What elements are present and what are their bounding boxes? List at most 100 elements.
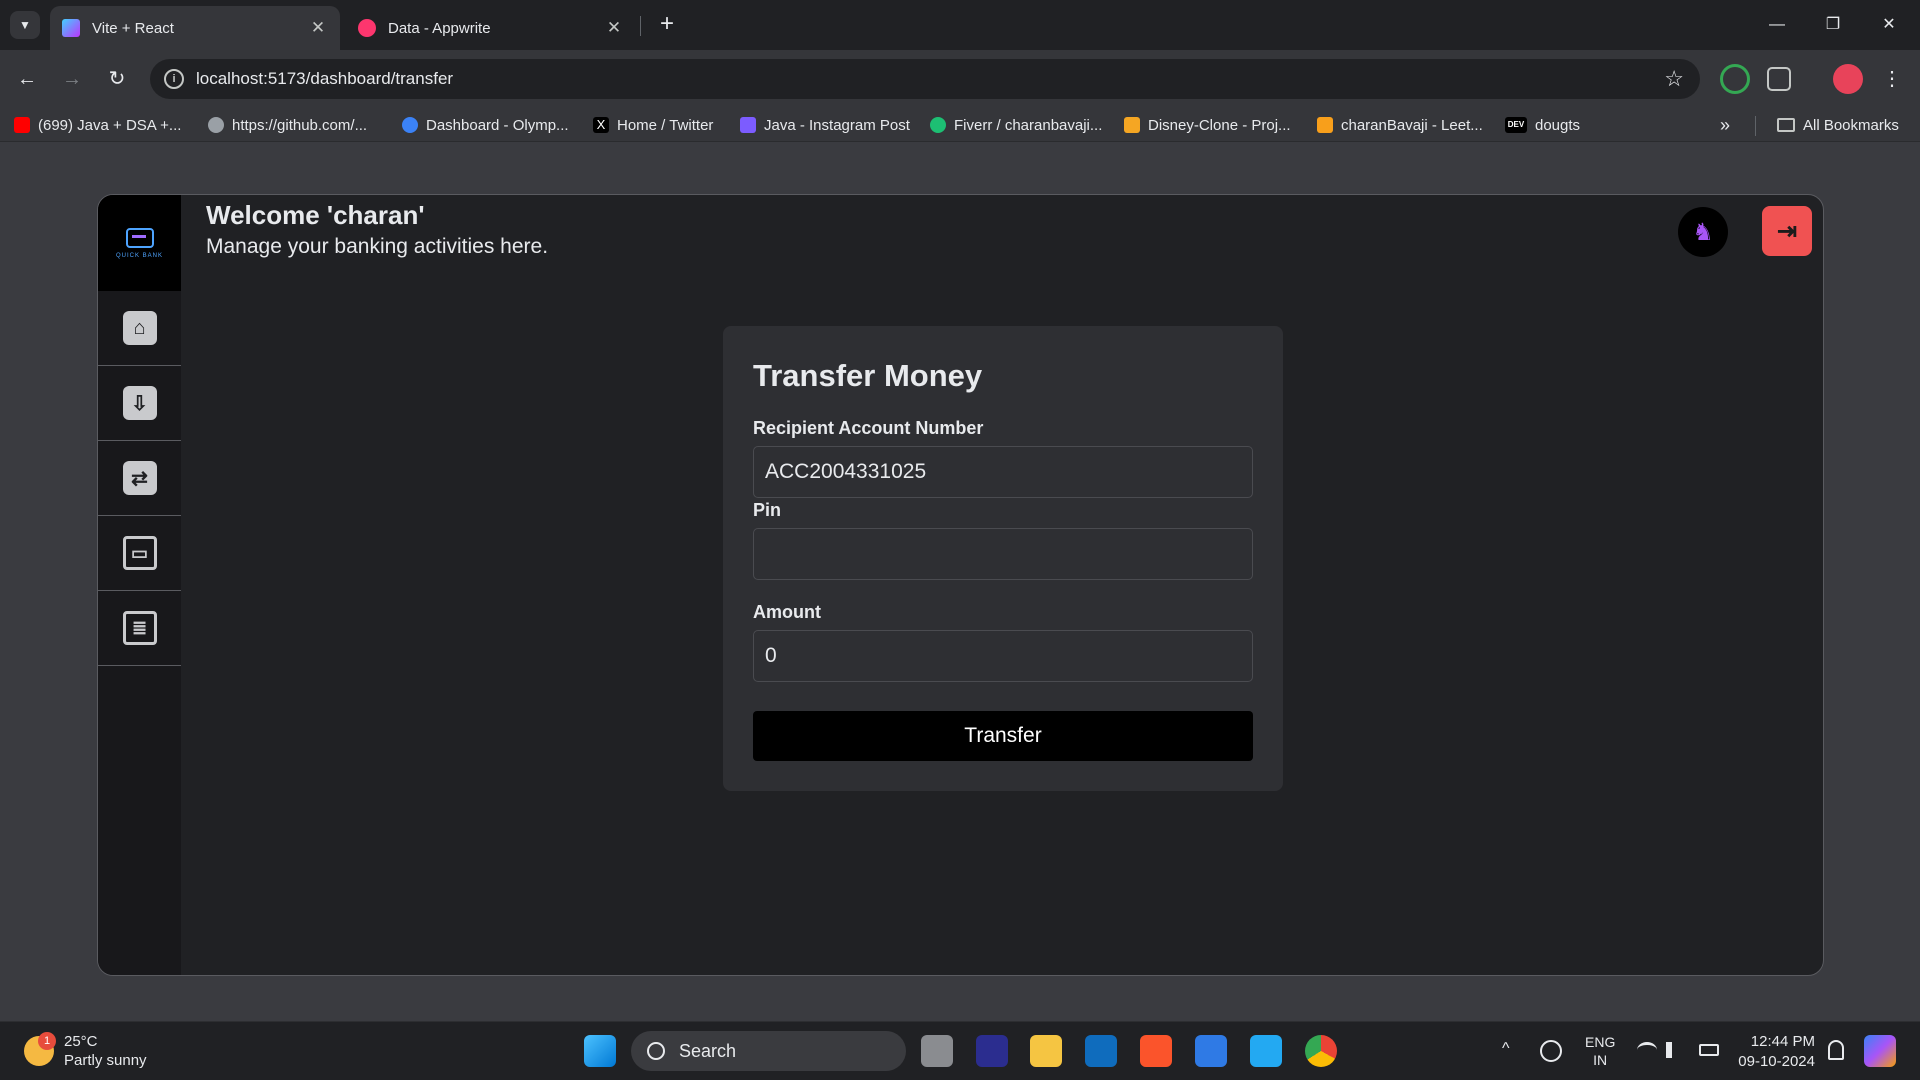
recipient-account-input[interactable]: [753, 446, 1253, 498]
vscode-icon[interactable]: [1250, 1035, 1282, 1067]
tab-close-icon[interactable]: ✕: [308, 18, 328, 38]
bookmark-item[interactable]: https://github.com/...: [208, 114, 367, 136]
all-bookmarks-label: All Bookmarks: [1803, 116, 1899, 134]
bookmark-item[interactable]: Java - Instagram Post: [740, 114, 910, 136]
intellij-icon[interactable]: [976, 1035, 1008, 1067]
weather-widget[interactable]: 1 25°C Partly sunny: [24, 1032, 147, 1070]
sidebar-item-deposit[interactable]: ⇩: [98, 366, 181, 441]
sidebar-item-home[interactable]: ⌂: [98, 291, 181, 366]
bookmark-star-icon[interactable]: ☆: [1664, 66, 1684, 92]
browser-toolbar: ← → ↻ i localhost:5173/dashboard/transfe…: [0, 50, 1920, 108]
home-icon: ⌂: [122, 311, 157, 345]
url-text[interactable]: localhost:5173/dashboard/transfer: [196, 69, 453, 89]
windows-taskbar: 1 25°C Partly sunny Search ^ ENG IN 12:4…: [0, 1021, 1920, 1080]
more-bookmarks-button[interactable]: »: [1720, 114, 1730, 136]
form-title: Transfer Money: [753, 358, 983, 393]
tab-separator: [640, 16, 641, 36]
dev-icon: DEV: [1505, 117, 1527, 133]
quick-bank-logo[interactable]: QUICK BANK: [98, 195, 181, 291]
all-bookmarks-button[interactable]: All Bookmarks: [1777, 114, 1899, 136]
address-bar[interactable]: i localhost:5173/dashboard/transfer ☆: [150, 59, 1700, 99]
tab-appwrite[interactable]: Data - Appwrite ✕: [346, 6, 636, 50]
fiverr-icon: [930, 117, 946, 133]
taskbar-search[interactable]: Search: [631, 1031, 906, 1071]
extensions-icon[interactable]: [1767, 67, 1791, 91]
profile-avatar[interactable]: [1833, 64, 1863, 94]
wifi-icon[interactable]: [1637, 1042, 1657, 1058]
bookmark-item[interactable]: Fiverr / charanbavaji...: [930, 114, 1102, 136]
region-code: IN: [1593, 1052, 1608, 1068]
youtube-icon: [14, 117, 30, 133]
sidebar-item-transactions[interactable]: ≣: [98, 591, 181, 666]
bookmark-label: charanBavaji - Leet...: [1341, 116, 1483, 134]
grammarly-icon[interactable]: [1720, 64, 1750, 94]
task-view-icon[interactable]: [921, 1035, 953, 1067]
reload-button[interactable]: ↻: [102, 64, 132, 94]
tab-search-button[interactable]: ▼: [10, 11, 40, 39]
bookmark-item[interactable]: charanBavaji - Leet...: [1317, 114, 1483, 136]
volume-icon[interactable]: [1666, 1042, 1682, 1058]
deposit-icon: ⇩: [122, 386, 157, 420]
search-icon: [647, 1042, 665, 1060]
language-indicator[interactable]: ENG IN: [1585, 1033, 1615, 1069]
bookmark-item[interactable]: X Home / Twitter: [593, 114, 713, 136]
logo-text: QUICK BANK: [115, 252, 163, 259]
site-info-icon[interactable]: i: [164, 69, 184, 89]
user-avatar-icon: ♞: [1692, 218, 1714, 246]
folder-icon: [1777, 118, 1795, 132]
bookmark-item[interactable]: Dashboard - Olymp...: [402, 114, 569, 136]
page-subtitle: Manage your banking activities here.: [206, 235, 549, 258]
brave-icon[interactable]: [1140, 1035, 1172, 1067]
instagram-heart-icon: [740, 117, 756, 133]
chrome-icon[interactable]: [1305, 1035, 1337, 1067]
weather-temp: 25°C: [64, 1033, 98, 1050]
search-label: Search: [679, 1040, 737, 1061]
battery-icon[interactable]: [1699, 1044, 1719, 1056]
tab-close-icon[interactable]: ✕: [604, 18, 624, 38]
system-clock[interactable]: 12:44 PM 09-10-2024: [1735, 1032, 1815, 1072]
minimize-button[interactable]: —: [1754, 10, 1800, 40]
github-icon: [208, 117, 224, 133]
forward-button[interactable]: →: [57, 64, 87, 94]
bookmark-item[interactable]: DEV dougts: [1505, 114, 1580, 136]
weather-badge: 1: [38, 1032, 56, 1050]
browser-menu-icon[interactable]: ⋮: [1877, 64, 1907, 94]
x-twitter-icon: X: [593, 117, 609, 133]
olympus-icon: [402, 117, 418, 133]
bookmark-item[interactable]: (699) Java + DSA +...: [14, 114, 181, 136]
bookmark-label: dougts: [1535, 116, 1581, 134]
appwrite-favicon-icon: [358, 19, 376, 37]
page-title: Welcome 'charan': [206, 200, 425, 230]
atm-card-icon: ▭: [122, 536, 157, 570]
bookmark-item[interactable]: Disney-Clone - Proj...: [1124, 114, 1291, 136]
logout-button[interactable]: ⇥: [1762, 206, 1812, 256]
sync-icon[interactable]: [1540, 1040, 1562, 1062]
bookmark-label: Disney-Clone - Proj...: [1148, 116, 1291, 134]
app-window: QUICK BANK ⌂ ⇩ ⇄ ▭ ≣ Welcome 'charan' Ma…: [97, 194, 1824, 976]
file-explorer-icon[interactable]: [1030, 1035, 1062, 1067]
chevron-down-icon: ▼: [19, 18, 31, 32]
bookmark-label: Fiverr / charanbavaji...: [954, 116, 1103, 134]
sidebar-item-transfer[interactable]: ⇄: [98, 441, 181, 516]
amount-input[interactable]: [753, 630, 1253, 682]
sidebar-item-withdraw[interactable]: ▭: [98, 516, 181, 591]
pin-input[interactable]: [753, 528, 1253, 580]
notification-bell-icon[interactable]: [1828, 1040, 1844, 1060]
new-tab-button[interactable]: +: [652, 10, 682, 40]
lang-code: ENG: [1585, 1034, 1616, 1050]
clock-date: 09-10-2024: [1738, 1053, 1815, 1070]
sidebar: QUICK BANK ⌂ ⇩ ⇄ ▭ ≣: [98, 195, 181, 975]
pin-label: Pin: [753, 500, 782, 520]
close-window-button[interactable]: ✕: [1866, 10, 1912, 40]
windows-start-icon[interactable]: [584, 1035, 616, 1067]
outlook-icon[interactable]: [1085, 1035, 1117, 1067]
restore-button[interactable]: ❐: [1810, 10, 1856, 40]
copilot-icon[interactable]: [1864, 1035, 1896, 1067]
transfer-button[interactable]: Transfer: [753, 711, 1253, 761]
todo-icon[interactable]: [1195, 1035, 1227, 1067]
bookmark-label: (699) Java + DSA +...: [38, 116, 182, 134]
back-button[interactable]: ←: [12, 64, 42, 94]
user-avatar[interactable]: ♞: [1678, 207, 1728, 257]
tab-vite-react[interactable]: Vite + React ✕: [50, 6, 340, 50]
tray-chevron-icon[interactable]: ^: [1502, 1040, 1510, 1058]
